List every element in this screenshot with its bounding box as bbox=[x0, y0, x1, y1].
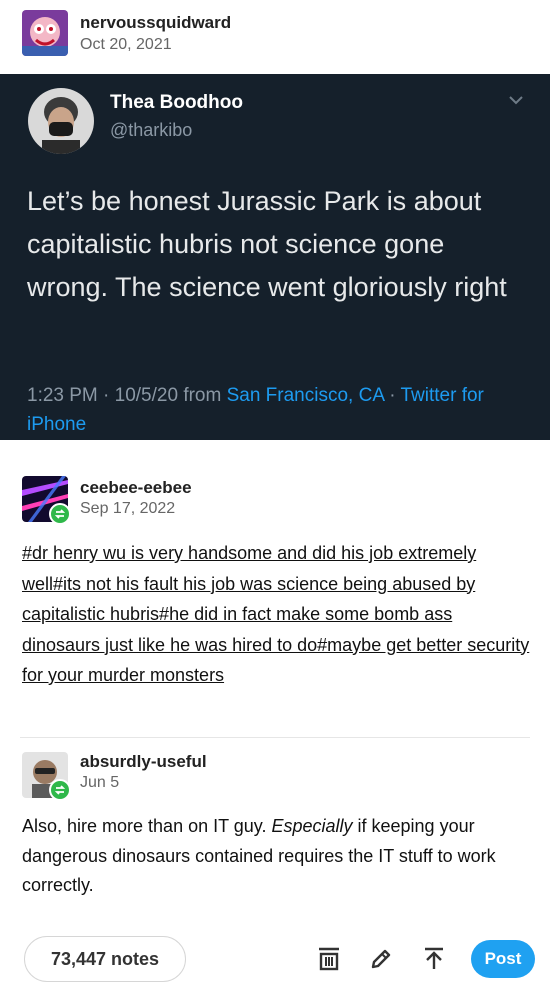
reblog2-text: Also, hire more than on IT guy. Especial… bbox=[22, 812, 522, 901]
tweet-author-handle: @tharkibo bbox=[110, 120, 193, 140]
divider bbox=[20, 737, 530, 738]
tweet-avatar bbox=[28, 88, 94, 154]
op-avatar[interactable] bbox=[22, 10, 68, 56]
reblog-icon bbox=[49, 779, 71, 801]
reblog2-text-start: Also, hire more than on IT guy. bbox=[22, 816, 272, 836]
pencil-icon[interactable] bbox=[366, 944, 396, 974]
reblog-icon bbox=[49, 503, 71, 525]
op-username[interactable]: nervoussquidward bbox=[80, 13, 231, 33]
reblog1-tags[interactable]: #dr henry wu is very handsome and did hi… bbox=[22, 538, 532, 691]
notes-count-button[interactable]: 73,447 notes bbox=[24, 936, 186, 982]
post-button[interactable]: Post bbox=[471, 940, 535, 978]
tweet-meta-separator: · bbox=[383, 385, 401, 406]
tweet-time: 1:23 PM · 10/5/20 from bbox=[27, 385, 227, 406]
boost-icon[interactable] bbox=[419, 944, 449, 974]
original-post-header: nervoussquidward Oct 20, 2021 bbox=[0, 0, 550, 72]
op-date: Oct 20, 2021 bbox=[80, 36, 172, 53]
reblog2-username[interactable]: absurdly-useful bbox=[80, 752, 207, 772]
reblog1-username[interactable]: ceebee-eebee bbox=[80, 478, 192, 498]
reblog2-date: Jun 5 bbox=[80, 774, 120, 791]
tweet-text: Let’s be honest Jurassic Park is about c… bbox=[27, 186, 507, 302]
reblog1-date: Sep 17, 2022 bbox=[80, 500, 176, 517]
chevron-down-icon bbox=[506, 92, 526, 108]
tweet-meta: 1:23 PM · 10/5/20 from San Francisco, CA… bbox=[27, 381, 527, 439]
tweet-author-name: Thea Boodhoo bbox=[110, 92, 243, 113]
reblog2-text-emphasis: Especially bbox=[271, 816, 353, 836]
tweet-location: San Francisco, CA bbox=[226, 385, 384, 406]
queue-icon[interactable] bbox=[314, 944, 344, 974]
